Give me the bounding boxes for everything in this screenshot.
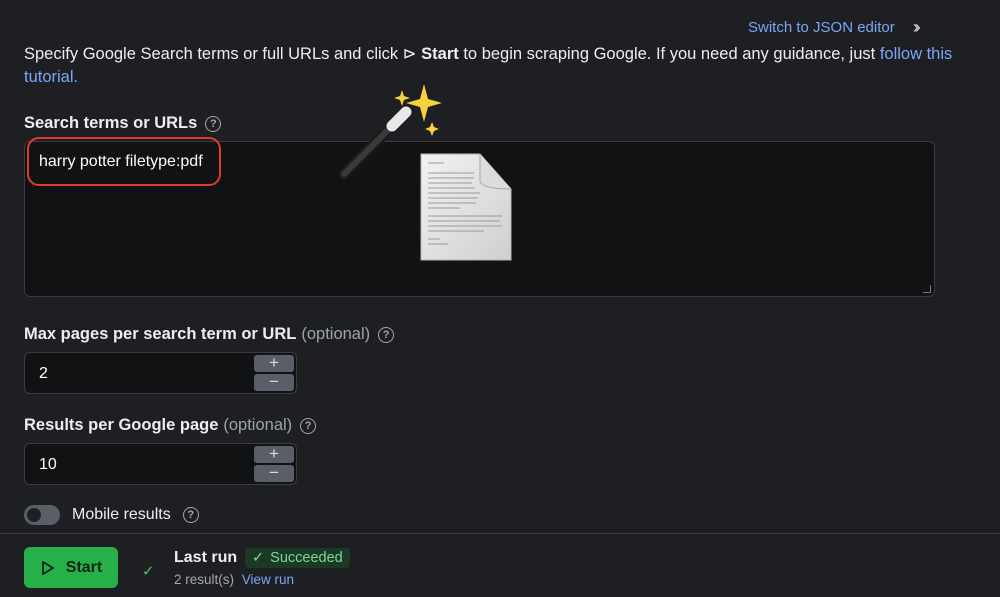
intro-start-word: Start	[421, 45, 459, 63]
start-button[interactable]: Start	[24, 547, 118, 588]
max-pages-value: 2	[39, 365, 48, 382]
mobile-results-label: Mobile results	[72, 506, 171, 523]
switch-to-json-editor-link[interactable]: Switch to JSON editor ››	[748, 17, 921, 38]
max-pages-input[interactable]: 2 + −	[24, 352, 297, 394]
help-icon[interactable]: ?	[300, 417, 317, 434]
search-terms-label: Search terms or URLs ?	[24, 114, 222, 133]
increment-button[interactable]: +	[254, 445, 294, 463]
search-terms-label-text: Search terms or URLs	[24, 114, 198, 132]
mobile-results-toggle[interactable]	[24, 505, 60, 525]
optional-tag: (optional)	[301, 325, 371, 343]
play-outline-icon: ⊳	[402, 45, 417, 63]
help-icon[interactable]: ?	[378, 326, 395, 343]
results-per-page-input[interactable]: 10 + −	[24, 443, 297, 485]
status-badge-label: Succeeded	[270, 550, 343, 566]
increment-button[interactable]: +	[254, 354, 294, 372]
intro-text-before: Specify Google Search terms or full URLs…	[24, 45, 403, 63]
status-badge: ✓ Succeeded	[245, 548, 350, 568]
max-pages-stepper: + −	[254, 354, 294, 391]
decrement-button[interactable]: −	[254, 464, 294, 482]
results-summary: 2 result(s) View run	[174, 572, 294, 587]
intro-text-after: to begin scraping Google. If you need an…	[458, 45, 880, 63]
optional-tag: (optional)	[223, 416, 293, 434]
intro-text: Specify Google Search terms or full URLs…	[24, 43, 954, 89]
results-per-page-label-text: Results per Google page	[24, 416, 219, 434]
double-chevron-right-icon[interactable]: ››	[913, 17, 921, 38]
document-page-icon	[420, 153, 512, 261]
json-editor-link-label: Switch to JSON editor	[748, 19, 895, 36]
check-icon: ✓	[142, 563, 155, 580]
mobile-results-row: Mobile results ?	[24, 505, 199, 525]
resize-handle-icon[interactable]	[923, 285, 931, 293]
results-per-page-label: Results per Google page (optional) ?	[24, 416, 317, 435]
last-run-label: Last run	[174, 549, 238, 566]
results-per-page-stepper: + −	[254, 445, 294, 482]
check-icon: ✓	[252, 550, 265, 566]
start-button-label: Start	[65, 558, 103, 576]
max-pages-label: Max pages per search term or URL (option…	[24, 325, 395, 344]
run-footer: Start ✓ Last run ✓ Succeeded 2 result(s)…	[0, 533, 1000, 597]
view-run-link[interactable]: View run	[242, 572, 294, 587]
results-count: 2 result(s)	[174, 572, 235, 587]
highlight-annotation	[27, 137, 221, 186]
toggle-knob	[27, 508, 41, 522]
results-per-page-value: 10	[39, 456, 57, 473]
play-icon	[41, 560, 54, 575]
max-pages-label-text: Max pages per search term or URL	[24, 325, 297, 343]
help-icon[interactable]: ?	[205, 115, 222, 132]
decrement-button[interactable]: −	[254, 373, 294, 391]
help-icon[interactable]: ?	[182, 507, 199, 523]
